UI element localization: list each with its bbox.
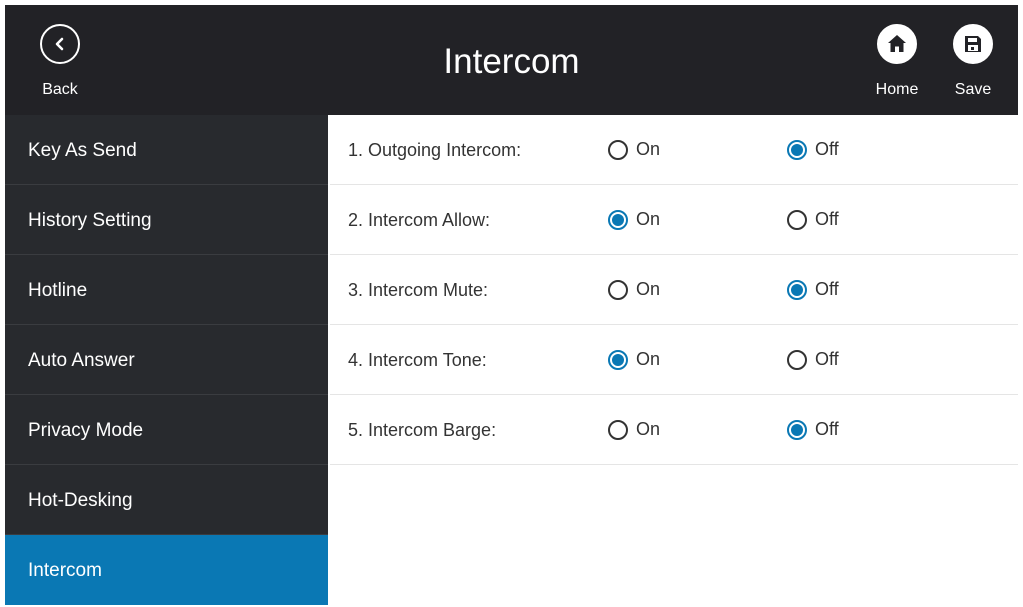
radio-selected-dot bbox=[612, 353, 624, 366]
sidebar-item-auto-answer[interactable]: Auto Answer bbox=[5, 325, 328, 395]
settings-list: 1. Outgoing Intercom: On Off 2. Intercom… bbox=[330, 115, 1018, 465]
sidebar-item-hotline[interactable]: Hotline bbox=[5, 255, 328, 325]
radio-button[interactable] bbox=[787, 209, 807, 230]
setting-row: 3. Intercom Mute: On Off bbox=[330, 255, 1018, 325]
radio-button[interactable] bbox=[608, 279, 628, 300]
off-label: Off bbox=[815, 139, 839, 159]
setting-row: 2. Intercom Allow: On Off bbox=[330, 185, 1018, 255]
off-option[interactable]: Off bbox=[787, 139, 839, 160]
on-label: On bbox=[636, 419, 661, 439]
radio-button[interactable] bbox=[787, 419, 807, 440]
save-button[interactable]: Save bbox=[947, 24, 999, 99]
radio-button[interactable] bbox=[787, 139, 807, 160]
radio-selected-dot bbox=[791, 143, 803, 156]
radio-selected-dot bbox=[791, 423, 803, 436]
setting-label: 2. Intercom Allow: bbox=[348, 210, 491, 230]
setting-row: 1. Outgoing Intercom: On Off bbox=[330, 115, 1018, 185]
setting-row: 5. Intercom Barge: On Off bbox=[330, 395, 1018, 465]
radio-button[interactable] bbox=[787, 279, 807, 300]
off-option[interactable]: Off bbox=[787, 349, 839, 370]
setting-label: 4. Intercom Tone: bbox=[348, 350, 487, 370]
floppy-disk-icon bbox=[953, 24, 993, 64]
sidebar-item-intercom[interactable]: Intercom bbox=[5, 535, 328, 605]
off-label: Off bbox=[815, 349, 839, 369]
on-option[interactable]: On bbox=[608, 139, 660, 160]
radio-button[interactable] bbox=[608, 349, 628, 370]
off-label: Off bbox=[815, 419, 839, 439]
on-label: On bbox=[636, 209, 661, 229]
radio-selected-dot bbox=[791, 283, 803, 296]
sidebar-item-privacy-mode[interactable]: Privacy Mode bbox=[5, 395, 328, 465]
setting-label: 1. Outgoing Intercom: bbox=[348, 140, 522, 160]
setting-row: 4. Intercom Tone: On Off bbox=[330, 325, 1018, 395]
home-button[interactable]: Home bbox=[871, 24, 923, 99]
off-option[interactable]: Off bbox=[787, 419, 839, 440]
off-option[interactable]: Off bbox=[787, 209, 839, 230]
page-title: Intercom bbox=[443, 42, 580, 81]
off-label: Off bbox=[815, 279, 839, 299]
on-label: On bbox=[636, 349, 661, 369]
radio-button[interactable] bbox=[608, 419, 628, 440]
home-label: Home bbox=[875, 81, 919, 98]
sidebar-item-history-setting[interactable]: History Setting bbox=[5, 185, 328, 255]
radio-button[interactable] bbox=[608, 139, 628, 160]
setting-label: 3. Intercom Mute: bbox=[348, 280, 489, 300]
on-label: On bbox=[636, 279, 661, 299]
radio-button[interactable] bbox=[787, 349, 807, 370]
on-option[interactable]: On bbox=[608, 349, 660, 370]
sidebar-item-hot-desking[interactable]: Hot-Desking bbox=[5, 465, 328, 535]
off-option[interactable]: Off bbox=[787, 279, 839, 300]
on-option[interactable]: On bbox=[608, 209, 660, 230]
radio-selected-dot bbox=[612, 213, 624, 226]
off-label: Off bbox=[815, 209, 839, 229]
back-label: Back bbox=[42, 81, 78, 98]
on-option[interactable]: On bbox=[608, 279, 660, 300]
setting-label: 5. Intercom Barge: bbox=[348, 420, 497, 440]
sidebar: Key As Send History Setting Hotline Auto… bbox=[5, 115, 328, 605]
on-option[interactable]: On bbox=[608, 419, 660, 440]
save-label: Save bbox=[954, 81, 992, 98]
home-icon bbox=[877, 24, 917, 64]
sidebar-item-key-as-send[interactable]: Key As Send bbox=[5, 115, 328, 185]
top-bar: Back Intercom Home Save bbox=[5, 5, 1018, 115]
on-label: On bbox=[636, 139, 661, 159]
radio-button[interactable] bbox=[608, 209, 628, 230]
